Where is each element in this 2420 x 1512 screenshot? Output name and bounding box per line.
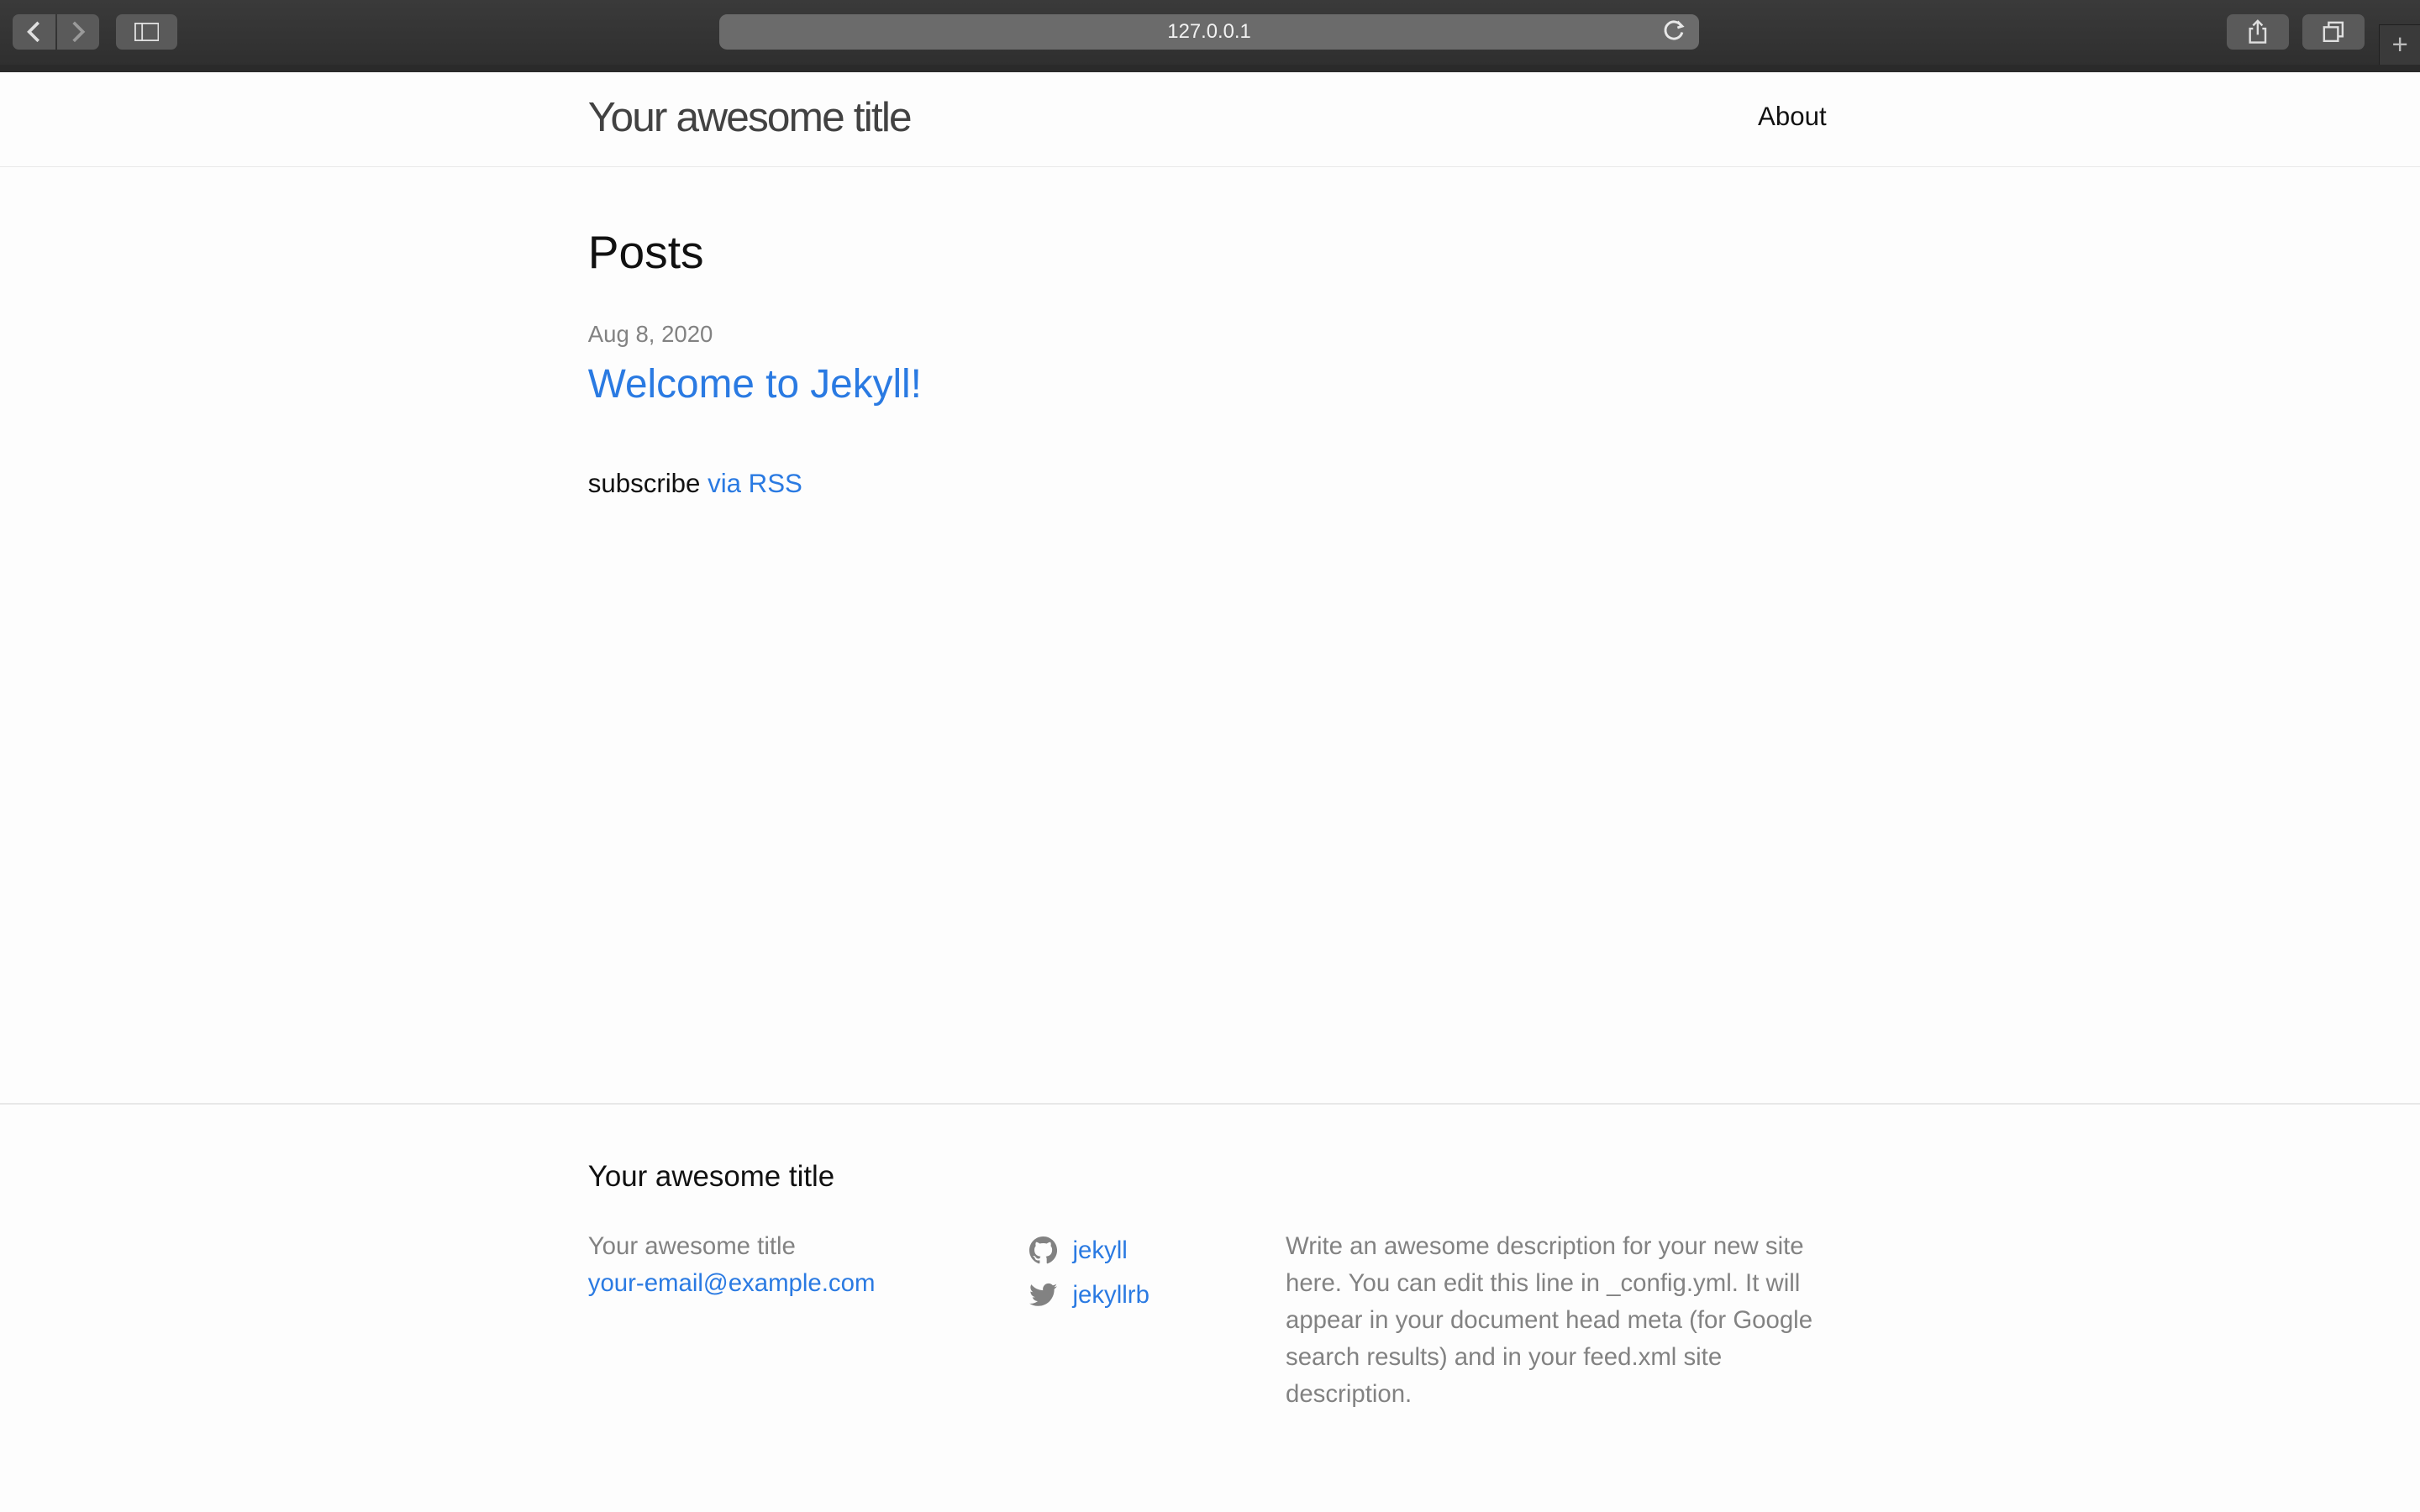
social-item-twitter: jekyllrb bbox=[1029, 1273, 1150, 1317]
nav-link-about[interactable]: About bbox=[1758, 102, 1827, 132]
twitter-link[interactable]: jekyllrb bbox=[1073, 1281, 1150, 1310]
share-icon bbox=[2249, 19, 2267, 44]
github-icon bbox=[1029, 1236, 1058, 1264]
footer-divider bbox=[0, 1103, 2420, 1105]
rss-prefix: subscribe bbox=[587, 469, 701, 499]
tabs-icon bbox=[2323, 21, 2344, 42]
rss-subscribe: subscribe via RSS bbox=[588, 469, 802, 499]
post-title-link[interactable]: Welcome to Jekyll! bbox=[588, 361, 922, 407]
forward-button[interactable] bbox=[56, 13, 99, 50]
reload-icon[interactable] bbox=[1662, 18, 1686, 49]
share-button[interactable] bbox=[2227, 13, 2289, 50]
footer-heading: Your awesome title bbox=[587, 1160, 835, 1194]
sidebar-icon bbox=[134, 22, 160, 41]
footer-email-link[interactable]: your-email@example.com bbox=[588, 1265, 876, 1302]
footer-name: Your awesome title bbox=[587, 1232, 796, 1261]
site-title-link[interactable]: Your awesome title bbox=[588, 92, 913, 141]
post-date: Aug 8, 2020 bbox=[587, 321, 713, 348]
github-link[interactable]: jekyll bbox=[1073, 1236, 1128, 1265]
address-text: 127.0.0.1 bbox=[1167, 19, 1251, 43]
social-links: jekyll jekyllrb bbox=[1029, 1228, 1150, 1318]
rss-link[interactable]: via RSS bbox=[708, 469, 802, 498]
page-heading: Posts bbox=[587, 226, 704, 279]
browser-window: 127.0.0.1 + Your awesome title About Pos… bbox=[0, 0, 2420, 1512]
toolbar-divider bbox=[0, 65, 2420, 73]
twitter-icon bbox=[1029, 1284, 1058, 1306]
chevron-left-icon bbox=[27, 21, 40, 42]
footer-contact: Your awesome title your-email@example.co… bbox=[588, 1228, 876, 1302]
tabs-overview-button[interactable] bbox=[2302, 13, 2365, 50]
social-item-github: jekyll bbox=[1029, 1228, 1150, 1273]
chevron-right-icon bbox=[71, 21, 85, 42]
new-tab-button[interactable]: + bbox=[2379, 24, 2420, 66]
site-header: Your awesome title About bbox=[0, 72, 2420, 168]
site-description: Write an awesome description for your ne… bbox=[1286, 1232, 1813, 1409]
browser-toolbar: 127.0.0.1 + bbox=[0, 0, 2420, 66]
back-button[interactable] bbox=[12, 13, 56, 50]
sidebar-toggle-button[interactable] bbox=[115, 13, 178, 50]
address-bar[interactable]: 127.0.0.1 bbox=[718, 13, 1700, 50]
